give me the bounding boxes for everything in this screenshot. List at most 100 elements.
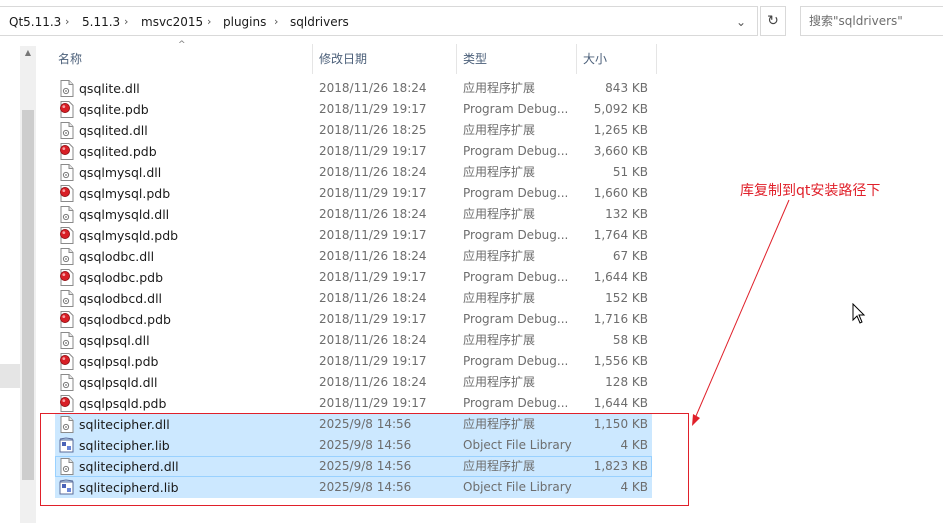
file-date: 2018/11/26 18:24 bbox=[319, 81, 427, 95]
file-name: qsqlite.pdb bbox=[79, 102, 149, 117]
chevron-right-icon[interactable]: › bbox=[124, 7, 128, 37]
file-name: qsqlodbcd.dll bbox=[79, 291, 163, 306]
file-type: Program Debug... bbox=[463, 354, 569, 368]
column-header-size[interactable]: 大小 bbox=[583, 44, 656, 74]
nav-scrollbar-thumb[interactable] bbox=[22, 110, 34, 480]
column-header-name[interactable]: 名称 bbox=[58, 44, 312, 74]
file-type: Program Debug... bbox=[463, 396, 569, 410]
file-date: 2018/11/29 19:17 bbox=[319, 270, 427, 284]
nav-selected-item[interactable] bbox=[0, 364, 20, 388]
file-name: qsqlodbc.dll bbox=[79, 249, 155, 264]
file-type: Program Debug... bbox=[463, 144, 569, 158]
column-divider[interactable] bbox=[312, 44, 313, 74]
file-row[interactable]: qsqlpsql.pdb 2018/11/29 19:17 Program Debu… bbox=[55, 351, 652, 372]
file-row[interactable]: qsqlite.pdb 2018/11/29 19:17 Program Debug… bbox=[55, 99, 652, 120]
breadcrumb-sqldrivers[interactable]: sqldrivers bbox=[290, 7, 349, 37]
column-divider[interactable] bbox=[456, 44, 457, 74]
file-date: 2018/11/26 18:25 bbox=[319, 123, 427, 137]
refresh-button[interactable]: ↻ bbox=[760, 6, 786, 36]
file-date: 2018/11/29 19:17 bbox=[319, 228, 427, 242]
file-type: 应用程序扩展 bbox=[463, 249, 536, 263]
file-type: Program Debug... bbox=[463, 312, 569, 326]
column-divider[interactable] bbox=[656, 44, 657, 74]
file-date: 2018/11/26 18:24 bbox=[319, 207, 427, 221]
breadcrumb-version[interactable]: 5.11.3 bbox=[82, 7, 120, 37]
file-type: Program Debug... bbox=[463, 270, 569, 284]
file-row[interactable]: qsqlodbcd.dll 2018/11/26 18:24 应用程序扩展 152 K… bbox=[55, 288, 652, 309]
file-row[interactable]: qsqlite.dll 2018/11/26 18:24 应用程序扩展 843 KB bbox=[55, 78, 652, 99]
file-name: qsqlodbc.pdb bbox=[79, 270, 164, 285]
file-row[interactable]: qsqlodbcd.pdb 2018/11/29 19:17 Program Deb… bbox=[55, 309, 652, 330]
chevron-right-icon[interactable]: › bbox=[207, 7, 211, 37]
file-size: 1,660 KB bbox=[593, 186, 648, 200]
file-size: 3,660 KB bbox=[593, 144, 648, 158]
file-date: 2018/11/29 19:17 bbox=[319, 102, 427, 116]
file-name: qsqlited.dll bbox=[79, 123, 148, 138]
file-size: 843 KB bbox=[605, 81, 648, 95]
file-size: 1,556 KB bbox=[593, 354, 648, 368]
file-type: Program Debug... bbox=[463, 102, 569, 116]
chevron-right-icon[interactable]: › bbox=[65, 7, 69, 37]
file-size: 1,644 KB bbox=[593, 270, 648, 284]
file-row[interactable]: qsqlodbc.dll 2018/11/26 18:24 应用程序扩展 67 KB bbox=[55, 246, 652, 267]
column-header-date[interactable]: 修改日期 bbox=[319, 44, 456, 74]
file-type: Program Debug... bbox=[463, 186, 569, 200]
mouse-cursor-icon bbox=[852, 303, 866, 324]
file-size: 67 KB bbox=[612, 249, 648, 263]
file-name: qsqlmysqld.pdb bbox=[79, 228, 179, 243]
file-type: 应用程序扩展 bbox=[463, 165, 536, 179]
file-name: qsqlite.dll bbox=[79, 81, 140, 96]
file-name: qsqlpsql.dll bbox=[79, 333, 150, 348]
file-date: 2018/11/29 19:17 bbox=[319, 186, 427, 200]
file-name: qsqlited.pdb bbox=[79, 144, 157, 159]
file-row[interactable]: qsqlmysql.pdb 2018/11/29 19:17 Program Deb… bbox=[55, 183, 652, 204]
file-date: 2018/11/29 19:17 bbox=[319, 144, 427, 158]
file-row[interactable]: qsqlmysql.dll 2018/11/26 18:24 应用程序扩展 51 KB bbox=[55, 162, 652, 183]
file-date: 2018/11/29 19:17 bbox=[319, 396, 427, 410]
file-type: 应用程序扩展 bbox=[463, 291, 536, 305]
file-row[interactable]: qsqlpsqld.dll 2018/11/26 18:24 应用程序扩展 128 K… bbox=[55, 372, 652, 393]
file-date: 2018/11/26 18:24 bbox=[319, 165, 427, 179]
file-type: Program Debug... bbox=[463, 228, 569, 242]
highlight-box bbox=[40, 413, 689, 506]
file-size: 128 KB bbox=[605, 375, 648, 389]
breadcrumb-msvc[interactable]: msvc2015 bbox=[141, 7, 203, 37]
address-bar[interactable]: Qt5.11.3 › 5.11.3 › msvc2015 › plugins ›… bbox=[0, 6, 758, 36]
file-row[interactable]: qsqlited.dll 2018/11/26 18:25 应用程序扩展 1,265 … bbox=[55, 120, 652, 141]
file-row[interactable]: qsqlmysqld.dll 2018/11/26 18:24 应用程序扩展 132 … bbox=[55, 204, 652, 225]
file-size: 1,265 KB bbox=[593, 123, 648, 137]
file-row[interactable]: qsqlpsql.dll 2018/11/26 18:24 应用程序扩展 58 KB bbox=[55, 330, 652, 351]
file-date: 2018/11/26 18:24 bbox=[319, 291, 427, 305]
file-date: 2018/11/26 18:24 bbox=[319, 249, 427, 263]
search-input[interactable]: 搜索"sqldrivers" bbox=[800, 6, 943, 36]
file-name: qsqlpsqld.pdb bbox=[79, 396, 167, 411]
file-type: 应用程序扩展 bbox=[463, 81, 536, 95]
file-row[interactable]: qsqlmysqld.pdb 2018/11/29 19:17 Program De… bbox=[55, 225, 652, 246]
file-date: 2018/11/29 19:17 bbox=[319, 354, 427, 368]
chevron-right-icon[interactable]: › bbox=[274, 7, 278, 37]
file-date: 2018/11/29 19:17 bbox=[319, 312, 427, 326]
file-size: 1,716 KB bbox=[593, 312, 648, 326]
file-size: 51 KB bbox=[612, 165, 648, 179]
file-type: 应用程序扩展 bbox=[463, 333, 536, 347]
file-name: qsqlodbcd.pdb bbox=[79, 312, 171, 327]
file-name: qsqlmysql.pdb bbox=[79, 186, 171, 201]
file-size: 5,092 KB bbox=[593, 102, 648, 116]
file-row[interactable]: qsqlited.pdb 2018/11/29 19:17 Program Debu… bbox=[55, 141, 652, 162]
file-row[interactable]: qsqlpsqld.pdb 2018/11/29 19:17 Program Deb… bbox=[55, 393, 652, 414]
file-size: 1,764 KB bbox=[593, 228, 648, 242]
file-date: 2018/11/26 18:24 bbox=[319, 375, 427, 389]
breadcrumb-plugins[interactable]: plugins bbox=[223, 7, 266, 37]
column-divider[interactable] bbox=[576, 44, 577, 74]
annotation-text: 库复制到qt安装路径下 bbox=[740, 183, 881, 199]
file-row[interactable]: qsqlodbc.pdb 2018/11/29 19:17 Program Debu… bbox=[55, 267, 652, 288]
file-name: qsqlmysql.dll bbox=[79, 165, 162, 180]
column-header-type[interactable]: 类型 bbox=[463, 44, 576, 74]
file-size: 132 KB bbox=[605, 207, 648, 221]
chevron-down-icon[interactable]: ⌄ bbox=[729, 7, 753, 37]
file-type: 应用程序扩展 bbox=[463, 123, 536, 137]
file-name: qsqlpsql.pdb bbox=[79, 354, 159, 369]
scroll-up-icon[interactable]: ▲ bbox=[20, 46, 36, 60]
breadcrumb-qt5[interactable]: Qt5.11.3 bbox=[9, 7, 61, 37]
file-size: 1,644 KB bbox=[593, 396, 648, 410]
